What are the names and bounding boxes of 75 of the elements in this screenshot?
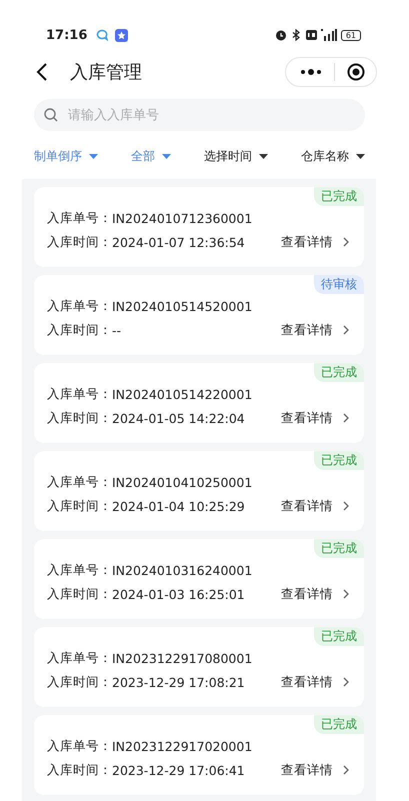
- field-label: 入库时间：: [47, 410, 112, 426]
- chevron-icon: [343, 325, 350, 335]
- filter-dropdown[interactable]: 全部: [131, 148, 171, 164]
- battery-indicator: 61: [340, 30, 361, 40]
- order-time: --: [112, 322, 122, 338]
- order-number: IN2023122917080001: [112, 650, 254, 666]
- page-title: 入库管理: [70, 61, 143, 84]
- order-number: IN2024010514220001: [112, 386, 254, 402]
- details-link[interactable]: 查看详情: [281, 674, 333, 690]
- order-card[interactable]: 待审核 入库单号：IN2024010514520001 入库时间：-- 查看详情: [34, 275, 364, 355]
- order-number: IN2024010410250001: [112, 474, 254, 490]
- caret-icon: [356, 154, 365, 158]
- order-card[interactable]: 已完成 入库单号：IN2024010712360001 入库时间：2024-01-07 12:36:54 查看详情: [34, 187, 364, 267]
- field-label: 入库单号：: [47, 386, 112, 402]
- field-label: 入库时间：: [47, 498, 112, 514]
- field-label: 入库单号：: [47, 210, 112, 226]
- status-tag: 已完成: [314, 715, 364, 734]
- status-tag: 已完成: [314, 451, 364, 470]
- details-link[interactable]: 查看详情: [281, 498, 333, 514]
- caret-icon: [259, 154, 268, 158]
- chevron-icon: [343, 413, 350, 423]
- order-number: IN2023122917020001: [112, 738, 254, 754]
- field-label: 入库时间：: [47, 762, 112, 778]
- chevron-icon: [343, 237, 350, 247]
- order-time: 2024-01-07 12:36:54: [112, 234, 246, 250]
- filter-dropdown[interactable]: 仓库名称: [301, 148, 365, 164]
- order-card[interactable]: 已完成 入库单号：IN2023122917020001 入库时间：2023-12-29 17:06:41 查看详情: [34, 715, 364, 795]
- order-number: IN2024010712360001: [112, 210, 254, 226]
- order-card[interactable]: 已完成 入库单号：IN2024010514220001 入库时间：2024-01-05 14:22:04 查看详情: [34, 363, 364, 443]
- status-tag: 已完成: [314, 363, 364, 382]
- field-label: 入库时间：: [47, 234, 112, 250]
- order-number: IN2024010514520001: [112, 298, 254, 314]
- field-label: 入库单号：: [47, 298, 112, 314]
- field-label: 入库时间：: [47, 322, 112, 338]
- details-link[interactable]: 查看详情: [281, 762, 333, 778]
- order-time: 2024-01-04 10:25:29: [112, 498, 246, 514]
- details-link[interactable]: 查看详情: [281, 234, 333, 250]
- field-label: 入库时间：: [47, 674, 112, 690]
- status-tag: 已完成: [314, 539, 364, 558]
- field-label: 入库时间：: [47, 586, 112, 602]
- search-field[interactable]: 请输入入库单号: [34, 99, 365, 131]
- alarm-icon: [274, 29, 287, 41]
- bluetooth-icon: [290, 29, 302, 41]
- signal-icon: [320, 29, 337, 41]
- order-time: 2023-12-29 17:08:21: [112, 674, 246, 690]
- order-time: 2023-12-29 17:06:41: [112, 762, 246, 778]
- chevron-icon: [343, 589, 350, 599]
- back-icon[interactable]: [36, 63, 48, 81]
- order-time: 2024-01-05 14:22:04: [112, 410, 246, 426]
- caret-icon: [162, 154, 171, 158]
- chevron-icon: [343, 677, 350, 687]
- order-card[interactable]: 已完成 入库单号：IN2024010410250001 入库时间：2024-01-04 10:25:29 查看详情: [34, 451, 364, 531]
- details-link[interactable]: 查看详情: [281, 586, 333, 602]
- order-card[interactable]: 已完成 入库单号：IN2024010316240001 入库时间：2024-01-03 16:25:01 查看详情: [34, 539, 364, 619]
- chevron-icon: [343, 501, 350, 511]
- chat-icon: [96, 29, 108, 41]
- clock-time: 17:16: [46, 28, 88, 42]
- status-tag: 已完成: [314, 627, 364, 646]
- status-tag: 待审核: [314, 275, 364, 294]
- more-icon[interactable]: [300, 69, 322, 75]
- order-card[interactable]: 已完成 入库单号：IN2023122917080001 入库时间：2023-12-29 17:08:21 查看详情: [34, 627, 364, 707]
- field-label: 入库单号：: [47, 738, 112, 754]
- filter-dropdown[interactable]: 制单倒序: [34, 148, 98, 164]
- chevron-icon: [343, 765, 350, 775]
- field-label: 入库单号：: [47, 650, 112, 666]
- order-number: IN2024010316240001: [112, 562, 254, 578]
- caret-icon: [89, 154, 98, 158]
- details-link[interactable]: 查看详情: [281, 322, 333, 338]
- field-label: 入库单号：: [47, 474, 112, 490]
- star-app-icon: [115, 28, 128, 42]
- filter-dropdown[interactable]: 选择时间: [204, 148, 268, 164]
- details-link[interactable]: 查看详情: [281, 410, 333, 426]
- status-tag: 已完成: [314, 187, 364, 206]
- order-time: 2024-01-03 16:25:01: [112, 586, 246, 602]
- field-label: 入库单号：: [47, 562, 112, 578]
